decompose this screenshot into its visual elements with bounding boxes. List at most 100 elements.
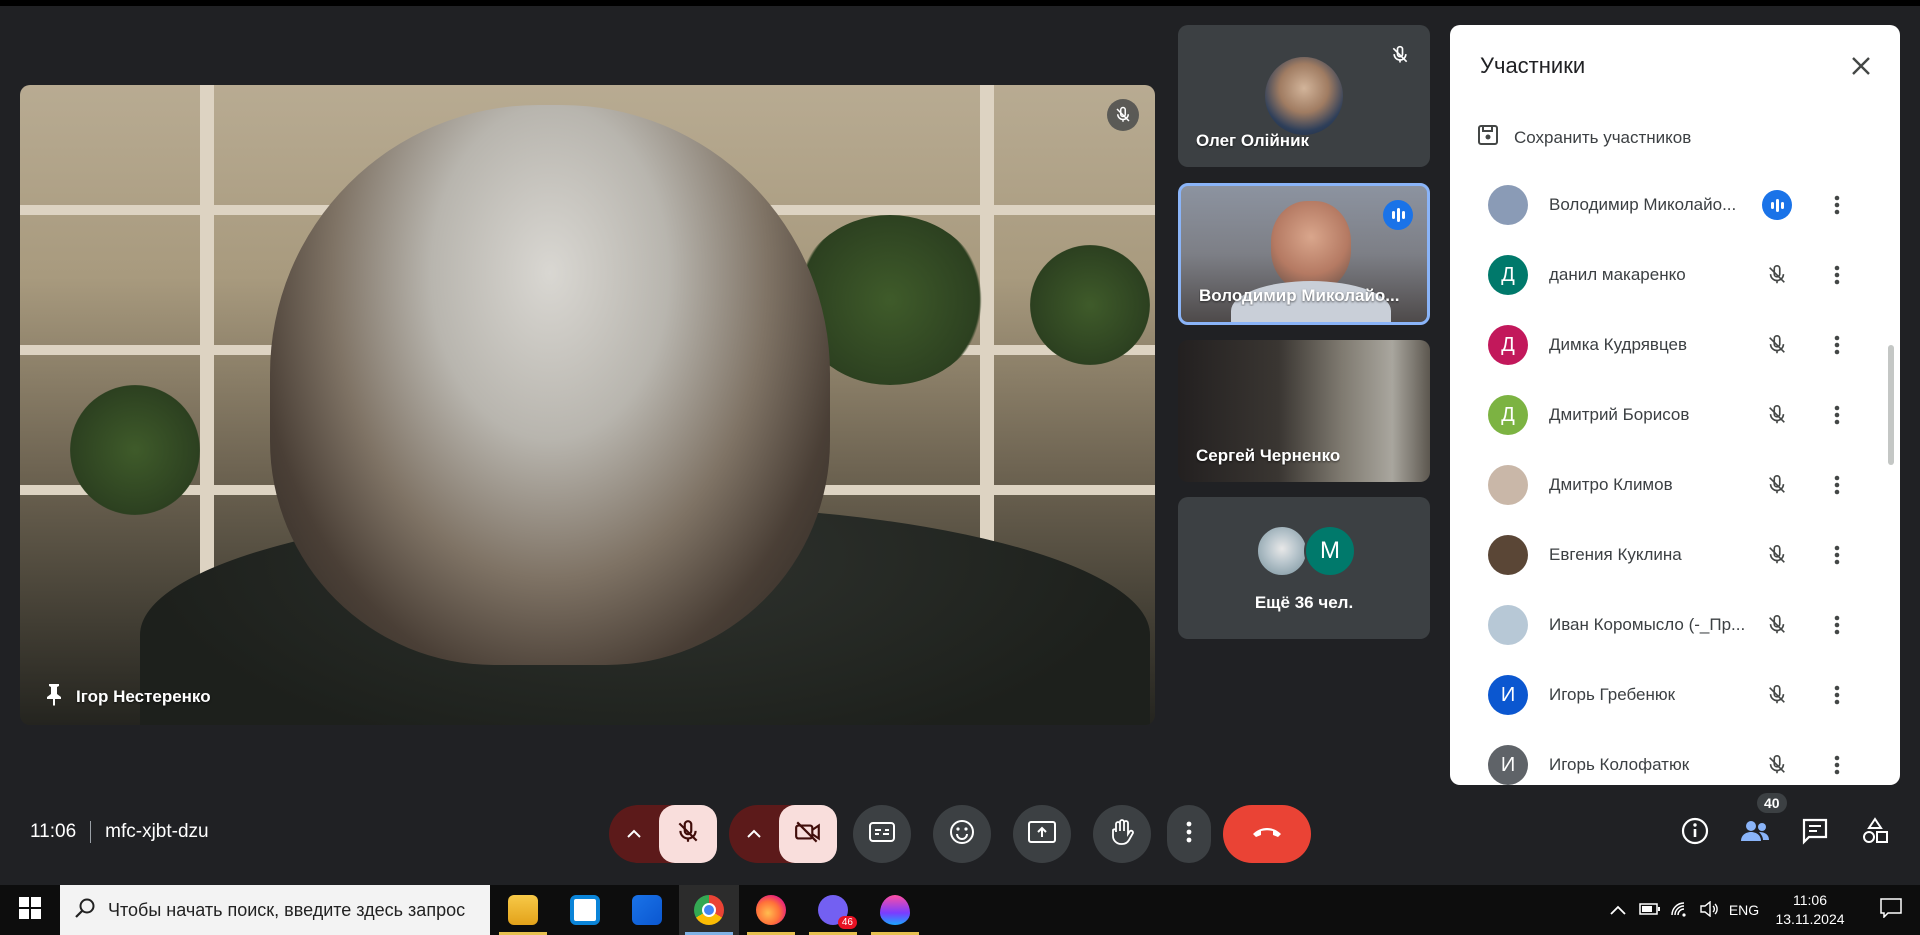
- participant-name: данил макаренко: [1549, 265, 1686, 284]
- main-name-label: Ігор Нестеренко: [76, 686, 211, 706]
- participant-row[interactable]: Д Димка Кудрявцев: [1450, 310, 1880, 380]
- notification-icon: [1880, 897, 1902, 923]
- taskbar-store[interactable]: [555, 885, 615, 935]
- taskbar-viber[interactable]: 46: [803, 885, 863, 935]
- avatar: [1488, 465, 1528, 505]
- camera-control-group: [729, 805, 837, 863]
- shelf-post: [980, 85, 994, 605]
- start-button[interactable]: [0, 885, 60, 935]
- participant-row[interactable]: Володимир Миколайо...: [1450, 170, 1880, 240]
- taskbar-chrome[interactable]: [679, 885, 739, 935]
- participant-more-options-button[interactable]: [1822, 190, 1852, 220]
- pin-icon[interactable]: [44, 682, 64, 711]
- chat-button[interactable]: [1795, 813, 1835, 853]
- participant-more-options-button[interactable]: [1822, 330, 1852, 360]
- taskbar-firefox[interactable]: [741, 885, 801, 935]
- participant-name: Димка Кудрявцев: [1549, 335, 1687, 354]
- camera-toggle-button[interactable]: [779, 805, 837, 863]
- avatar: И: [1488, 745, 1528, 785]
- captions-button[interactable]: [853, 805, 911, 863]
- mic-options-button[interactable]: [609, 805, 659, 863]
- participant-name: Игорь Гребенюк: [1549, 685, 1676, 704]
- participant-more-options-button[interactable]: [1822, 610, 1852, 640]
- avatar: Д: [1488, 255, 1528, 295]
- participant-row[interactable]: Евгения Куклина: [1450, 520, 1880, 590]
- participant-tile-volodymyr[interactable]: Володимир Миколайо...: [1178, 183, 1430, 325]
- mic-off-icon[interactable]: [1762, 750, 1792, 780]
- participant-tile-chernenko[interactable]: Сергей Черненко: [1178, 340, 1430, 482]
- mic-off-icon[interactable]: [1762, 400, 1792, 430]
- participant-more-options-button[interactable]: [1822, 680, 1852, 710]
- participant-tile-olynyk[interactable]: Олег Олійник: [1178, 25, 1430, 167]
- avatar: И: [1488, 675, 1528, 715]
- info-icon: [1681, 817, 1709, 850]
- meeting-details-button[interactable]: [1675, 813, 1715, 853]
- raise-hand-button[interactable]: [1093, 805, 1151, 863]
- tile-name: Володимир Миколайо...: [1199, 286, 1400, 305]
- participant-more-options-button[interactable]: [1822, 260, 1852, 290]
- people-button[interactable]: [1735, 813, 1775, 853]
- more-vert-icon: [1186, 821, 1192, 848]
- battery-button[interactable]: [1636, 885, 1664, 935]
- taskbar-drop-app[interactable]: [865, 885, 925, 935]
- participant-name: Евгения Куклина: [1549, 545, 1682, 564]
- participant-more-options-button[interactable]: [1822, 470, 1852, 500]
- end-call-button[interactable]: [1223, 805, 1311, 863]
- firefox-icon: [756, 895, 786, 925]
- participant-more-options-button[interactable]: [1822, 400, 1852, 430]
- meeting-info: 11:06 mfc-xjbt-dzu: [30, 821, 209, 843]
- more-participants-tile[interactable]: М Ещё 36 чел.: [1178, 497, 1430, 639]
- more-participants-label: Ещё 36 чел.: [1254, 593, 1354, 612]
- language-indicator[interactable]: ENG: [1726, 885, 1762, 935]
- meeting-code: mfc-xjbt-dzu: [105, 821, 209, 842]
- person-face: [1271, 201, 1351, 291]
- participant-more-options-button[interactable]: [1822, 540, 1852, 570]
- meeting-time: 11:06: [30, 821, 77, 842]
- panel-scrollbar[interactable]: [1888, 345, 1894, 465]
- participant-row[interactable]: Д Дмитрий Борисов: [1450, 380, 1880, 450]
- emoji-icon: [949, 819, 975, 850]
- participant-row[interactable]: Дданил макаренко: [1450, 240, 1880, 310]
- top-strip: [0, 0, 1920, 6]
- shelf-post: [200, 85, 214, 605]
- network-button[interactable]: [1666, 885, 1694, 935]
- taskbar-mail[interactable]: [617, 885, 677, 935]
- tray-expand-button[interactable]: [1604, 885, 1632, 935]
- activities-button[interactable]: [1855, 813, 1895, 853]
- participant-name: Дмитро Климов: [1549, 475, 1673, 494]
- wifi-icon: [1670, 901, 1690, 920]
- present-screen-button[interactable]: [1013, 805, 1071, 863]
- mic-off-icon[interactable]: [1762, 260, 1792, 290]
- meeting-controls-bar: 11:06 mfc-xjbt-dzu 40: [0, 793, 1920, 870]
- chat-icon: [1801, 817, 1829, 850]
- plant-decor: [70, 385, 200, 515]
- avatar: Д: [1488, 325, 1528, 365]
- taskbar-clock[interactable]: 11:06 13.11.2024: [1760, 891, 1860, 929]
- save-participants-button[interactable]: Сохранить участников: [1476, 123, 1691, 152]
- mic-off-icon[interactable]: [1762, 470, 1792, 500]
- camera-options-button[interactable]: [729, 805, 779, 863]
- volume-button[interactable]: [1696, 885, 1724, 935]
- notifications-button[interactable]: [1862, 885, 1920, 935]
- more-options-button[interactable]: [1167, 805, 1211, 863]
- mic-off-icon[interactable]: [1762, 540, 1792, 570]
- participant-more-options-button[interactable]: [1822, 750, 1852, 780]
- mic-off-icon[interactable]: [1762, 680, 1792, 710]
- taskbar-file-explorer[interactable]: [493, 885, 553, 935]
- participant-row[interactable]: Иван Коромысло (-_Пр...: [1450, 590, 1880, 660]
- mic-toggle-button[interactable]: [659, 805, 717, 863]
- more-avatars: М: [1256, 525, 1356, 577]
- viber-notification-badge: 46: [837, 916, 857, 929]
- participant-row[interactable]: И Игорь Гребенюк: [1450, 660, 1880, 730]
- emoji-reactions-button[interactable]: [933, 805, 991, 863]
- taskbar-search-box[interactable]: Чтобы начать поиск, введите здесь запрос: [60, 885, 490, 935]
- participant-row[interactable]: И Игорь Колофатюк: [1450, 730, 1880, 785]
- main-video-tile[interactable]: Ігор Нестеренко: [20, 85, 1155, 725]
- mic-off-icon[interactable]: [1762, 610, 1792, 640]
- mic-off-icon[interactable]: [1762, 330, 1792, 360]
- participant-row[interactable]: Дмитро Климов: [1450, 450, 1880, 520]
- avatar: Д: [1488, 395, 1528, 435]
- close-icon[interactable]: [1846, 51, 1876, 81]
- participant-name: Дмитрий Борисов: [1549, 405, 1690, 424]
- participant-name: Володимир Миколайо...: [1549, 195, 1737, 214]
